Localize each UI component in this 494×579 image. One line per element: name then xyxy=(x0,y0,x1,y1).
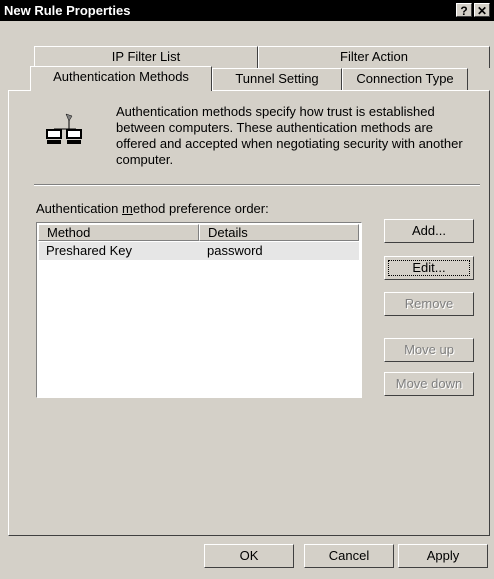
preference-order-label: Authentication method preference order: xyxy=(36,201,269,216)
cancel-button[interactable]: Cancel xyxy=(304,544,394,568)
move-up-button[interactable]: Move up xyxy=(384,338,474,362)
dialog-window: New Rule Properties ? ✕ IP Filter List F… xyxy=(0,0,494,579)
remove-button[interactable]: Remove xyxy=(384,292,474,316)
close-button[interactable]: ✕ xyxy=(474,3,490,18)
tab-ip-filter-list[interactable]: IP Filter List xyxy=(34,46,258,68)
details-cell: password xyxy=(207,243,263,258)
methods-list[interactable]: Method Details Preshared Key password xyxy=(36,222,362,398)
add-button[interactable]: Add... xyxy=(384,219,474,243)
window-title: New Rule Properties xyxy=(4,3,131,18)
title-bar[interactable]: New Rule Properties ? ✕ xyxy=(0,0,494,21)
network-computers-icon xyxy=(46,113,82,144)
column-header-method[interactable]: Method xyxy=(38,224,199,241)
method-cell: Preshared Key xyxy=(46,243,132,258)
tab-filter-action[interactable]: Filter Action xyxy=(258,46,490,68)
apply-button[interactable]: Apply xyxy=(398,544,488,568)
help-button[interactable]: ? xyxy=(456,3,472,18)
tab-authentication-methods[interactable]: Authentication Methods xyxy=(30,66,212,91)
description-text: Authentication methods specify how trust… xyxy=(116,104,463,167)
ok-button[interactable]: OK xyxy=(204,544,294,568)
table-row[interactable]: Preshared Key password xyxy=(39,242,359,260)
tab-connection-type[interactable]: Connection Type xyxy=(342,68,468,90)
edit-button[interactable]: Edit... xyxy=(384,256,474,280)
column-header-details[interactable]: Details xyxy=(199,224,359,241)
move-down-button[interactable]: Move down xyxy=(384,372,474,396)
tab-tunnel-setting[interactable]: Tunnel Setting xyxy=(212,68,342,90)
separator xyxy=(34,184,480,186)
